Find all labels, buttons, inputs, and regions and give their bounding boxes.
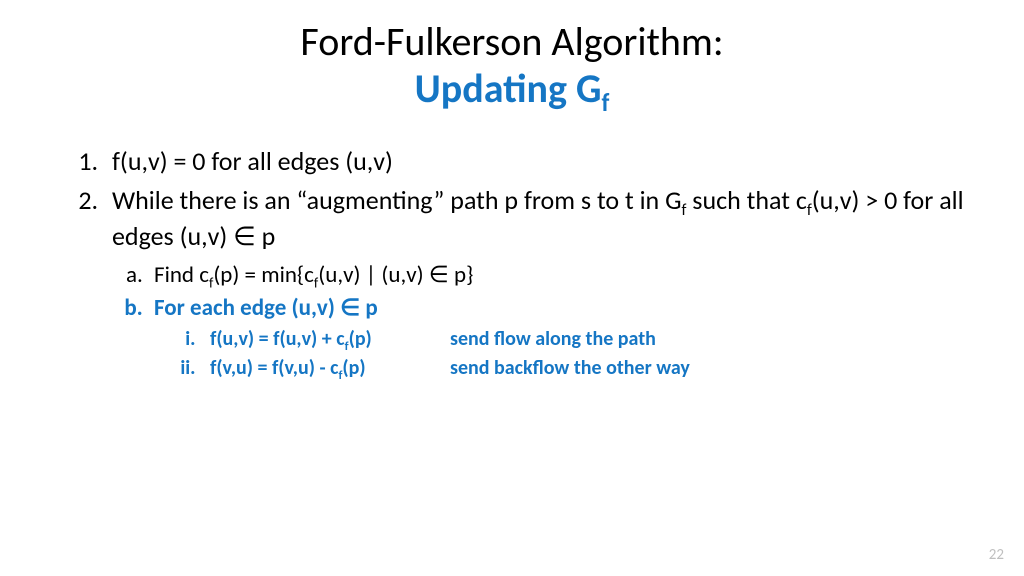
step-2: While there is an “augmenting” path p fr… bbox=[104, 183, 964, 381]
title-line1: Ford-Fulkerson Algorithm: bbox=[300, 17, 723, 66]
algorithm-list: f(u,v) = 0 for all edges (u,v) While the… bbox=[60, 144, 964, 381]
step-2a: Find cf(p) = min{cf(u,v) | (u,v) ∈ p} bbox=[148, 260, 964, 291]
substeps: Find cf(p) = min{cf(u,v) | (u,v) ∈ p} Fo… bbox=[112, 260, 964, 382]
eq-ii: f(v,u) = f(v,u) - cf(p) bbox=[210, 355, 450, 382]
step-1: f(u,v) = 0 for all edges (u,v) bbox=[104, 144, 964, 179]
step-2b-i: f(u,v) = f(u,v) + cf(p)send flow along t… bbox=[200, 326, 964, 353]
slide: Ford-Fulkerson Algorithm: Updating Gf f(… bbox=[0, 0, 1024, 576]
slide-body: f(u,v) = 0 for all edges (u,v) While the… bbox=[60, 144, 964, 381]
subsubsteps: f(u,v) = f(u,v) + cf(p)send flow along t… bbox=[154, 326, 964, 382]
page-number: 22 bbox=[989, 546, 1004, 564]
step-2b: For each edge (u,v) ∈ p f(u,v) = f(u,v) … bbox=[148, 293, 964, 382]
slide-title: Ford-Fulkerson Algorithm: Updating Gf bbox=[60, 18, 964, 112]
step-2b-ii: f(v,u) = f(v,u) - cf(p)send backflow the… bbox=[200, 355, 964, 382]
eq-i: f(u,v) = f(u,v) + cf(p) bbox=[210, 326, 450, 353]
note-i: send flow along the path bbox=[450, 327, 656, 351]
title-line2: Updating Gf bbox=[415, 64, 610, 113]
note-ii: send backflow the other way bbox=[450, 356, 690, 380]
